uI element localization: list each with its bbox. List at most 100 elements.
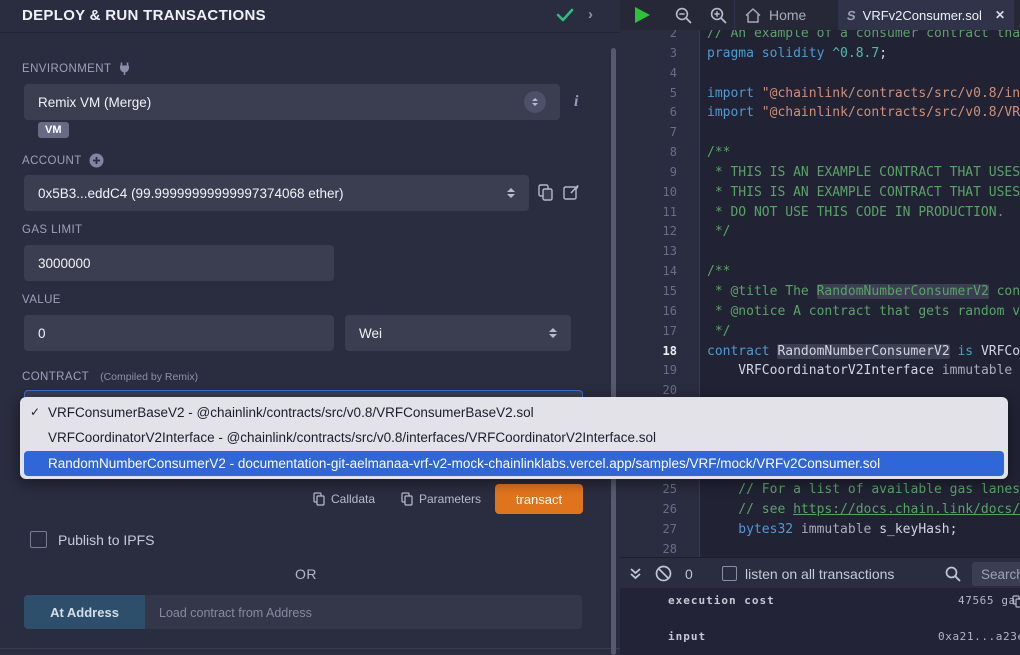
value-input[interactable] (24, 315, 334, 351)
deploy-run-panel: DEPLOY & RUN TRANSACTIONS › ENVIRONMENT … (0, 0, 620, 655)
code-line-5: 5import "@chainlink/contracts/src/v0.8/i… (620, 84, 1020, 104)
code-line-13: 13 (620, 242, 1020, 262)
terminal-row-key: execution cost (668, 594, 775, 607)
copy-value-icon[interactable] (1012, 595, 1020, 608)
contract-option[interactable]: RandomNumberConsumerV2 - documentation-g… (24, 451, 1004, 476)
terminal-row-value: 47565 gas (958, 594, 1020, 607)
code-line-19: 19 VRFCoordinatorV2Interface immutable C… (620, 361, 1020, 381)
account-label: ACCOUNT (22, 153, 104, 168)
terminal-row: input 0xa21...a23e4 (620, 628, 1020, 646)
environment-value: Remix VM (Merge) (38, 95, 524, 110)
section-divider (0, 648, 620, 649)
value-unit-select[interactable]: Wei (345, 315, 571, 351)
value-label: VALUE (22, 294, 61, 306)
option-label: VRFConsumerBaseV2 - @chainlink/contracts… (48, 405, 534, 420)
tab-home[interactable]: Home (734, 0, 834, 30)
code-line-9: 9 * THIS IS AN EXAMPLE CONTRACT THAT USE… (620, 163, 1020, 183)
code-line-11: 11 * DO NOT USE THIS CODE IN PRODUCTION. (620, 203, 1020, 223)
copy-account-icon[interactable] (538, 184, 553, 201)
publish-ipfs-label: Publish to IPFS (58, 532, 155, 548)
select-caret-icon (524, 91, 546, 113)
panel-header: DEPLOY & RUN TRANSACTIONS › (0, 0, 620, 33)
terminal-row-key: input (668, 630, 706, 643)
terminal-search-input[interactable] (972, 562, 1020, 586)
at-address-input[interactable] (145, 595, 582, 629)
or-divider: OR (0, 566, 612, 582)
copy-parameters-icon (401, 492, 413, 506)
add-account-icon[interactable] (89, 153, 104, 168)
code-line-7: 7 (620, 123, 1020, 143)
home-icon (745, 8, 761, 23)
environment-info-icon[interactable]: i (574, 93, 578, 111)
environment-label: ENVIRONMENT (22, 62, 131, 75)
code-line-6: 6import "@chainlink/contracts/src/v0.8/V… (620, 103, 1020, 123)
terminal-toolbar: 0 listen on all transactions (620, 557, 1020, 588)
solidity-file-icon: S (846, 8, 857, 23)
contract-option[interactable]: VRFCoordinatorV2Interface - @chainlink/c… (20, 425, 1008, 450)
publish-to-ipfs-row: Publish to IPFS (30, 531, 155, 548)
zoom-in-icon[interactable] (710, 0, 727, 30)
terminal-search-icon (945, 558, 961, 589)
option-checkmark-icon: ✓ (30, 400, 44, 425)
listen-all-transactions-label: listen on all transactions (745, 558, 894, 589)
transaction-count-badge: 0 (685, 558, 693, 589)
close-tab-icon[interactable]: ✕ (995, 8, 1005, 22)
publish-ipfs-checkbox[interactable] (30, 531, 47, 548)
zoom-out-icon[interactable] (675, 0, 692, 30)
code-line-17: 17 */ (620, 322, 1020, 342)
compile-success-check-icon (556, 7, 574, 23)
account-select[interactable]: 0x5B3...eddC4 (99.99999999999997374068 e… (24, 175, 529, 211)
expand-terminal-icon[interactable] (629, 558, 642, 589)
code-line-12: 12 */ (620, 222, 1020, 242)
terminal-row: execution cost 47565 gas (620, 592, 1020, 610)
clear-console-icon[interactable] (655, 558, 672, 589)
environment-select[interactable]: Remix VM (Merge) (24, 84, 560, 120)
contract-sublabel: (Compiled by Remix) (100, 371, 198, 383)
terminal-log[interactable]: execution cost 47565 gas input 0xa21...a23e… (620, 588, 1020, 655)
editor-tabbar: Home S VRFv2Consumer.sol ✕ (620, 0, 1020, 30)
code-line-15: 15 * @title The RandomNumberConsumerV2 c… (620, 282, 1020, 302)
panel-scrollbar[interactable] (611, 48, 616, 655)
calldata-button[interactable]: Calldata (313, 492, 375, 506)
contract-dropdown-menu: ✓ VRFConsumerBaseV2 - @chainlink/contract… (20, 397, 1008, 479)
select-caret-icon (507, 188, 515, 198)
account-value: 0x5B3...eddC4 (99.99999999999997374068 e… (38, 186, 507, 201)
at-address-button[interactable]: At Address (24, 595, 145, 629)
gas-limit-label: GAS LIMIT (22, 224, 82, 236)
copy-calldata-icon (313, 492, 325, 506)
code-line-3: 3pragma solidity ^0.8.7; (620, 44, 1020, 64)
code-line-14: 14/** (620, 262, 1020, 282)
home-tab-label: Home (769, 7, 806, 23)
listen-all-transactions-checkbox[interactable] (722, 558, 737, 589)
option-label: RandomNumberConsumerV2 - documentation-g… (48, 456, 880, 471)
remix-ide: DEPLOY & RUN TRANSACTIONS › ENVIRONMENT … (0, 0, 1020, 655)
contract-option[interactable]: ✓ VRFConsumerBaseV2 - @chainlink/contract… (20, 400, 1008, 425)
value-unit: Wei (359, 326, 549, 341)
option-label: VRFCoordinatorV2Interface - @chainlink/c… (48, 430, 656, 445)
code-line-28: 28 (620, 540, 1020, 557)
terminal-row-value: 0xa21...a23e4 (938, 630, 1020, 643)
panel-title: DEPLOY & RUN TRANSACTIONS (22, 7, 266, 24)
code-line-4: 4 (620, 64, 1020, 84)
code-line-27: 27 bytes32 immutable s_keyHash; (620, 520, 1020, 540)
gas-limit-input[interactable] (24, 245, 334, 281)
code-line-26: 26 // see https://docs.chain.link/docs/v… (620, 500, 1020, 520)
collapse-panel-chevron-icon[interactable]: › (588, 6, 593, 23)
calldata-label: Calldata (331, 492, 375, 506)
code-line-10: 10 * THIS IS AN EXAMPLE CONTRACT THAT US… (620, 183, 1020, 203)
code-line-8: 8/** (620, 143, 1020, 163)
code-line-18: 18contract RandomNumberConsumerV2 is VRF… (620, 342, 1020, 362)
run-script-play-icon[interactable] (634, 0, 651, 30)
contract-label: CONTRACT (Compiled by Remix) (22, 371, 198, 383)
vm-badge: VM (38, 122, 69, 138)
code-line-2: 2// An example of a consumer contract th… (620, 30, 1020, 44)
parameters-button[interactable]: Parameters (401, 492, 481, 506)
tab-vrfv2consumer[interactable]: S VRFv2Consumer.sol ✕ (838, 0, 1014, 30)
transact-button[interactable]: transact (495, 484, 583, 514)
sign-message-icon[interactable] (563, 184, 580, 201)
code-line-25: 25 // For a list of available gas lanes … (620, 480, 1020, 500)
file-tab-label: VRFv2Consumer.sol (863, 8, 982, 23)
select-caret-icon (549, 328, 557, 338)
code-line-16: 16 * @notice A contract that gets random… (620, 302, 1020, 322)
editor-region: Home S VRFv2Consumer.sol ✕ 2// An exampl… (620, 0, 1020, 655)
